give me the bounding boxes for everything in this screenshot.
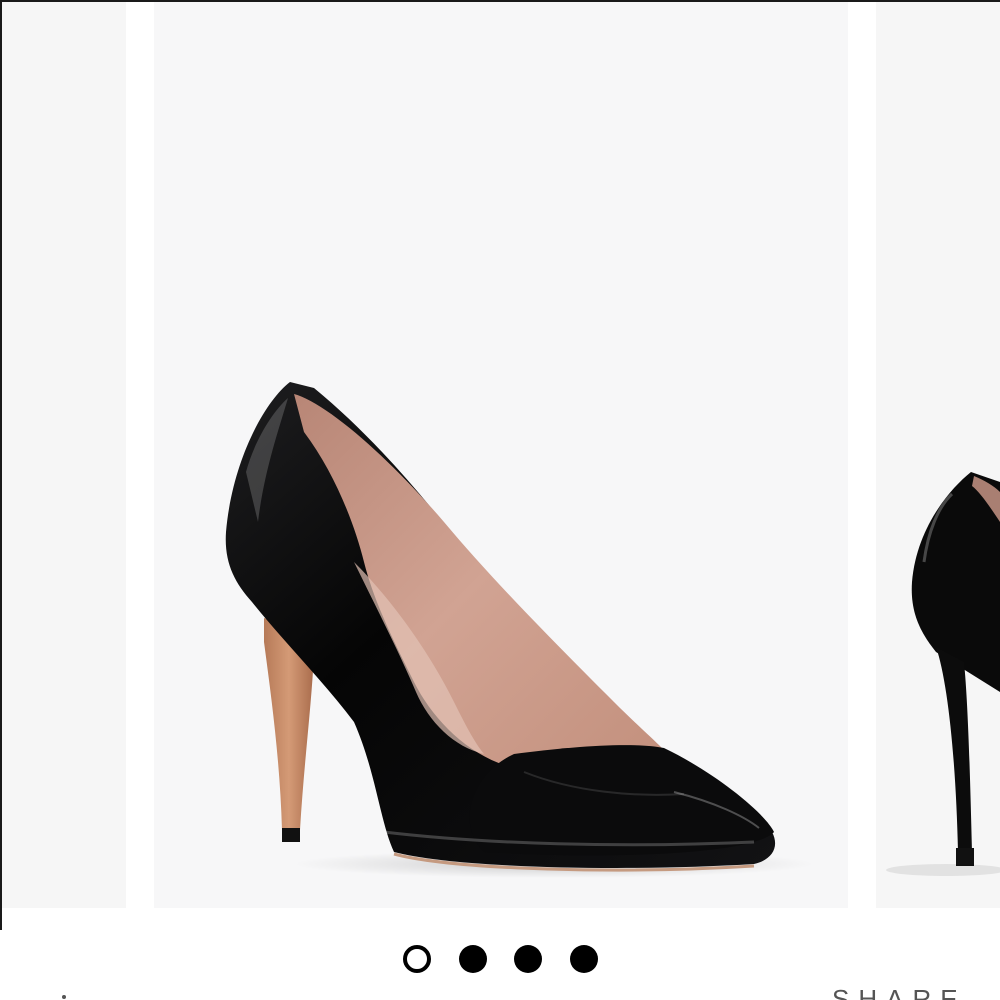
pump-shoe-side-image [886, 472, 1000, 876]
next-slide-peek[interactable] [876, 2, 1000, 908]
current-slide[interactable] [154, 2, 848, 908]
partial-text-fragment [62, 995, 66, 999]
carousel-dot-2[interactable] [459, 945, 487, 973]
carousel-dot-4[interactable] [570, 945, 598, 973]
share-label[interactable]: SHARE [832, 984, 967, 1000]
carousel-dot-1[interactable] [403, 945, 431, 973]
previous-slide-peek[interactable] [2, 2, 126, 908]
carousel-dot-3[interactable] [514, 945, 542, 973]
carousel-pagination [0, 940, 1000, 980]
pump-shoe-image [225, 382, 814, 878]
product-gallery-screen: SHARE [0, 0, 1000, 1000]
